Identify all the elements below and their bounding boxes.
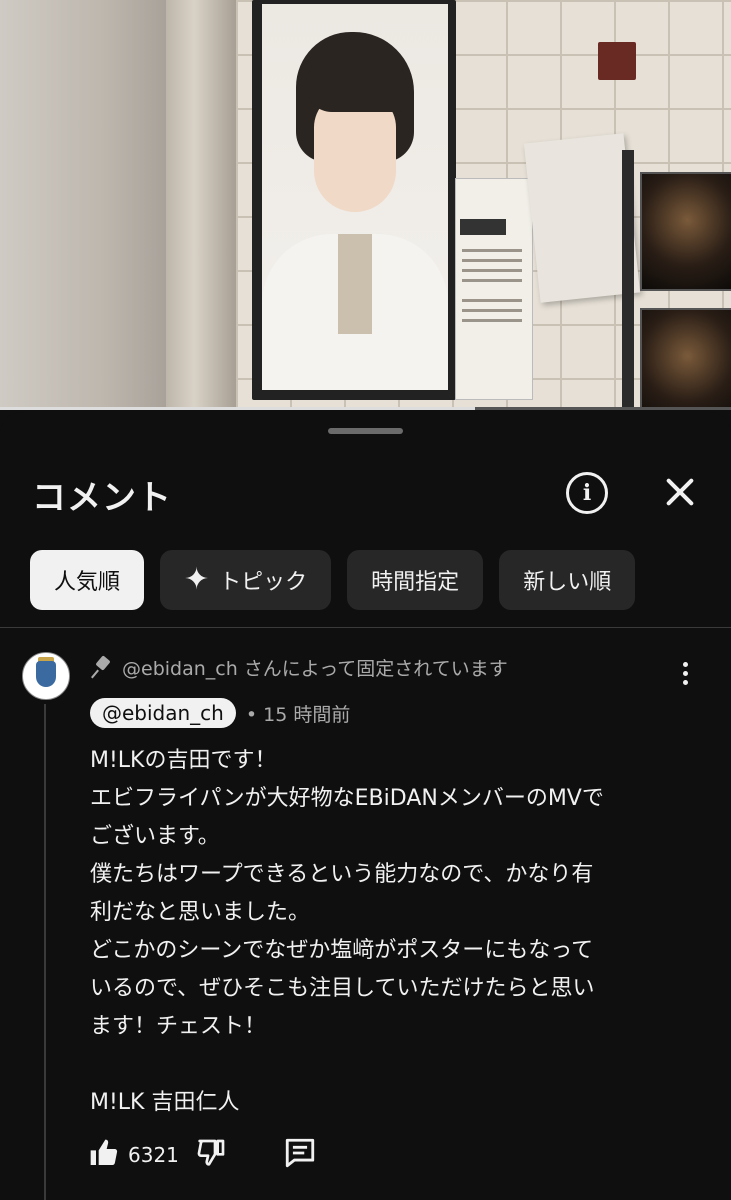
thread-line xyxy=(44,704,46,1200)
chip-timestamp[interactable]: 時間指定 xyxy=(347,550,484,610)
info-icon[interactable]: i xyxy=(566,472,608,514)
comment-actions: 6321 xyxy=(88,1136,317,1174)
event-poster-top xyxy=(640,172,731,291)
comment-line: エビフライパンが大好物なEBiDANメンバーのMVで xyxy=(90,786,604,811)
video-progress-bar[interactable] xyxy=(0,407,731,410)
chip-label: 新しい順 xyxy=(523,570,612,595)
comment-line: ございます。 xyxy=(90,824,220,849)
comment-meta: @ebidan_ch • 15 時間前 xyxy=(90,698,350,728)
info-glyph: i xyxy=(582,480,592,506)
sparkle-icon: ✦ xyxy=(184,562,210,597)
comment-line: M!LK 吉田仁人 xyxy=(90,1090,240,1115)
notice-line xyxy=(462,269,522,272)
wall-strip xyxy=(622,150,634,410)
comment-body: M!LKの吉田です！ エビフライパンが大好物なEBiDANメンバーのMVで ござ… xyxy=(90,742,690,1122)
notice-board xyxy=(455,178,533,400)
dot xyxy=(682,671,688,676)
notice-header xyxy=(460,219,506,235)
notice-line xyxy=(462,279,522,282)
door xyxy=(0,0,172,410)
chip-newest[interactable]: 新しい順 xyxy=(499,550,636,610)
comment-line: ます！チェスト！ xyxy=(90,1014,267,1039)
event-poster-bottom xyxy=(640,308,731,410)
comment-line: どこかのシーンでなぜか塩﨑がポスターにもなって xyxy=(90,938,594,963)
like-icon[interactable] xyxy=(88,1137,120,1173)
comment-line xyxy=(90,1046,690,1084)
reply-icon[interactable] xyxy=(283,1136,317,1174)
dot xyxy=(682,662,688,667)
pinned-text: @ebidan_ch さんによって固定されています xyxy=(122,658,508,680)
notice-line xyxy=(462,299,522,302)
avatar[interactable] xyxy=(22,652,70,700)
chip-topic[interactable]: ✦ トピック xyxy=(160,550,332,610)
door-frame xyxy=(166,0,236,410)
chip-label: 時間指定 xyxy=(371,570,460,595)
notice-line xyxy=(462,309,522,312)
close-icon[interactable] xyxy=(658,470,702,514)
comment-line: M!LKの吉田です！ xyxy=(90,748,277,773)
comment-line: 利だなと思いました。 xyxy=(90,900,311,925)
video-player[interactable] xyxy=(0,0,731,410)
poster-fringe xyxy=(306,52,406,112)
poster-collar xyxy=(338,234,372,334)
wall-sign xyxy=(598,42,636,80)
sort-chips: 人気順 ✦ トピック 時間指定 新しい順 xyxy=(30,550,636,610)
comment-line: いるので、ぜひそこも注目していただけたらと思い xyxy=(90,976,595,1001)
notice-line xyxy=(462,259,522,262)
dislike-icon[interactable] xyxy=(195,1137,227,1173)
dot xyxy=(682,680,688,685)
notice-line xyxy=(462,319,522,322)
portrait-poster xyxy=(262,4,448,390)
avatar-crest xyxy=(36,661,56,687)
comment-time: • 15 時間前 xyxy=(245,703,351,726)
comment-line: 僕たちはワープできるという能力なので、かなり有 xyxy=(90,862,594,887)
divider xyxy=(0,627,731,628)
like-count: 6321 xyxy=(128,1143,179,1167)
chip-label: トピック xyxy=(219,570,308,595)
pin-icon xyxy=(92,657,112,679)
video-progress-fill xyxy=(0,407,476,410)
notice-line xyxy=(462,249,522,252)
sheet-title: コメント xyxy=(32,478,172,518)
author-handle[interactable]: @ebidan_ch xyxy=(90,698,236,728)
drag-handle[interactable] xyxy=(328,428,403,434)
chip-label: 人気順 xyxy=(54,570,121,595)
pinned-label: @ebidan_ch さんによって固定されています xyxy=(92,654,508,681)
chip-popular[interactable]: 人気順 xyxy=(30,550,145,610)
more-options-icon[interactable] xyxy=(680,662,690,690)
comments-sheet: コメント i 人気順 ✦ トピック 時間指定 新しい順 @ebidan_ch さ… xyxy=(0,412,731,1200)
